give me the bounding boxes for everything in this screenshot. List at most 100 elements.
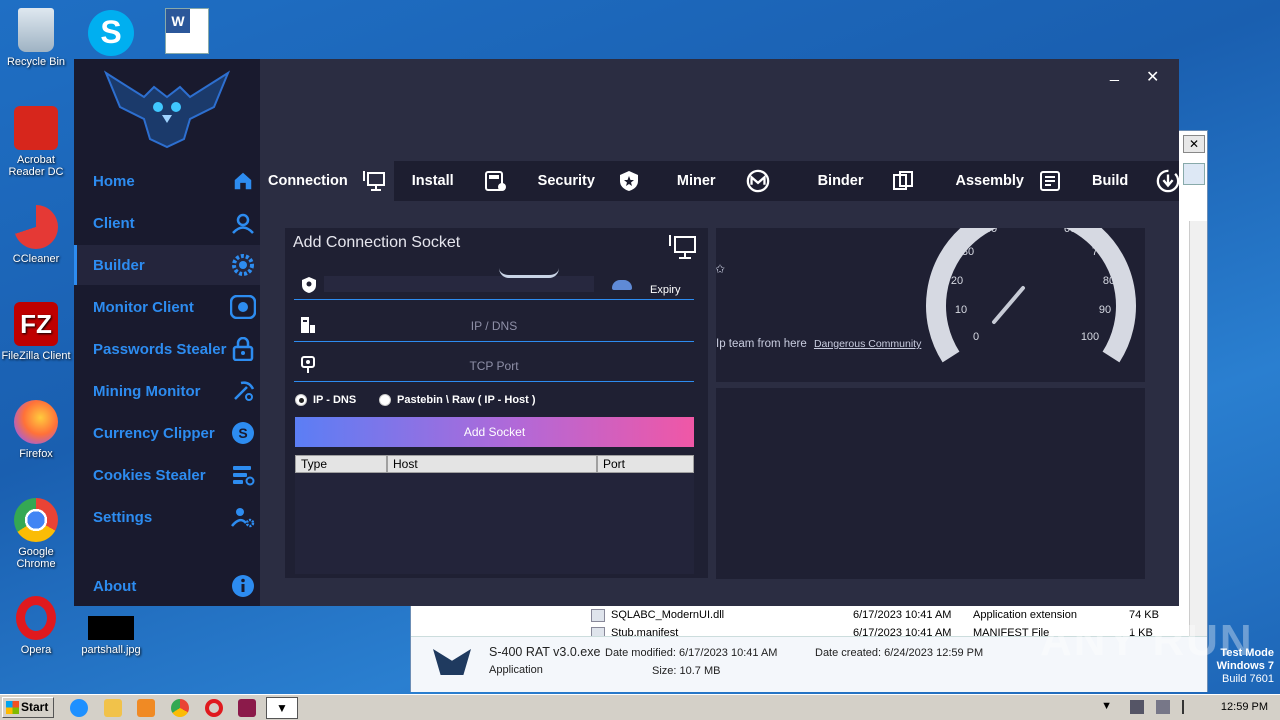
details-created: Date created: 6/24/2023 12:59 PM [815, 647, 984, 659]
desktop-icon-opera[interactable]: Opera [0, 596, 72, 656]
chrome-taskbar-icon[interactable] [171, 699, 189, 717]
ccleaner-icon [14, 205, 58, 249]
nav-about[interactable]: About [74, 566, 260, 606]
details-filename: S-400 RAT v3.0.exe [489, 645, 601, 659]
expiry-row: Expiry [294, 270, 694, 300]
desktop-icon-recycle-bin[interactable]: Recycle Bin [0, 8, 72, 68]
media-player-icon[interactable] [137, 699, 155, 717]
skype-icon[interactable]: S [88, 10, 134, 56]
desktop-icon-acrobat[interactable]: Acrobat Reader DC [0, 106, 72, 178]
nav-passwords-stealer[interactable]: Passwords Stealer [74, 329, 260, 369]
tab-security[interactable]: Security [530, 161, 649, 201]
tab-label: Binder [817, 173, 864, 189]
tab-miner[interactable]: Miner [669, 161, 778, 201]
tray-volume-icon[interactable] [1156, 700, 1170, 714]
tray-expand-icon[interactable]: ▼ [1101, 700, 1112, 712]
clock[interactable]: 12:59 PM [1221, 701, 1268, 713]
gauge-needle [992, 286, 1025, 324]
filezilla-icon: FZ [14, 302, 58, 346]
start-button[interactable]: Start [2, 697, 54, 718]
install-icon [484, 169, 508, 193]
file-icon [591, 609, 605, 622]
nav-currency-clipper[interactable]: Currency Clipper S [74, 413, 260, 453]
desktop-icon-label: CCleaner [12, 253, 60, 265]
details-modified: Date modified: 6/17/2023 10:41 AM [605, 647, 778, 659]
active-app-icon[interactable]: ▼ [266, 697, 298, 719]
download-icon [1156, 169, 1180, 193]
close-button[interactable]: ✕ [1146, 67, 1159, 87]
tab-label: Install [411, 173, 454, 189]
start-label: Start [21, 700, 49, 714]
radio-dot [379, 394, 391, 406]
details-filetype: Application [489, 664, 543, 676]
svg-text:60: 60 [1064, 228, 1076, 235]
file-date: 6/17/2023 10:41 AM [853, 609, 952, 621]
radio-pastebin[interactable]: Pastebin \ Raw ( IP - Host ) [379, 394, 536, 406]
word-document-icon[interactable]: W [165, 8, 209, 54]
add-socket-button[interactable]: Add Socket [295, 417, 694, 447]
file-name: Stub.manifest [611, 627, 679, 636]
explorer-icon[interactable] [104, 699, 122, 717]
desktop-icon-label: Acrobat Reader DC [8, 154, 64, 178]
nav-cookies-stealer[interactable]: Cookies Stealer [74, 455, 260, 495]
tab-connection[interactable]: Connection [260, 161, 394, 201]
firefox-icon [14, 400, 58, 444]
expiry-icon [612, 280, 632, 290]
speed-gauge: 0 10 20 30 40 60 70 80 90 100 [926, 228, 1136, 363]
svg-text:10: 10 [955, 304, 967, 316]
tcp-port-field[interactable]: TCP Port [294, 350, 694, 382]
file-owl-icon [433, 649, 471, 675]
svg-text:40: 40 [985, 228, 997, 235]
details-size: Size: 10.7 MB [652, 665, 721, 677]
minimize-button[interactable]: _ [1110, 65, 1119, 83]
home-icon [230, 168, 256, 194]
gauge-help-text: Ip team from here Dangerous Community [716, 338, 921, 350]
radio-label: Pastebin \ Raw ( IP - Host ) [397, 394, 536, 406]
column-port[interactable]: Port [597, 455, 694, 473]
desktop-icon-partshall[interactable]: partshall.jpg [75, 616, 147, 656]
desktop-icon-chrome[interactable]: Google Chrome [0, 498, 72, 570]
connection-panel: Add Connection Socket Expiry IP / DNS TC… [285, 228, 708, 578]
tab-build[interactable]: Build [1084, 161, 1188, 201]
column-type[interactable]: Type [295, 455, 387, 473]
taskbar: Start ▼ ▼ 12:59 PM [0, 694, 1280, 720]
desktop-icon-ccleaner[interactable]: CCleaner [0, 205, 72, 265]
windows-logo-icon [6, 701, 19, 714]
scrollbar[interactable] [1189, 221, 1207, 671]
desktop-icon-firefox[interactable]: Firefox [0, 400, 72, 460]
tab-install[interactable]: Install [404, 161, 516, 201]
winrar-icon[interactable] [238, 699, 256, 717]
gauge-panel: ✩ 0 10 20 30 40 60 70 80 90 100 Ip team … [716, 228, 1145, 382]
file-icon [591, 627, 605, 636]
svg-text:70: 70 [1092, 246, 1104, 258]
nav-builder[interactable]: Builder [74, 245, 260, 285]
tab-binder[interactable]: Binder [810, 161, 924, 201]
explorer-close-button[interactable]: ✕ [1183, 135, 1205, 153]
svg-text:S: S [238, 425, 247, 441]
column-host[interactable]: Host [387, 455, 597, 473]
expiry-input[interactable] [324, 276, 594, 292]
panel-title: Add Connection Socket [293, 234, 461, 251]
ie-icon[interactable] [70, 699, 88, 717]
nav-monitor-client[interactable]: Monitor Client [74, 287, 260, 327]
shield-icon [617, 169, 641, 193]
opera-taskbar-icon[interactable] [205, 699, 223, 717]
svg-text:30: 30 [962, 246, 974, 258]
nav-client[interactable]: Client [74, 203, 260, 243]
acrobat-icon [14, 106, 58, 150]
ip-dns-field[interactable]: IP / DNS [294, 310, 694, 342]
dangerous-community-link[interactable]: Dangerous Community [814, 338, 921, 350]
tab-label: Security [537, 173, 595, 189]
tab-label: Build [1092, 173, 1129, 189]
desktop-icon-label: FileZilla Client [1, 350, 71, 362]
desktop-icon-filezilla[interactable]: FZ FileZilla Client [0, 302, 72, 362]
nav-label: Client [93, 214, 135, 232]
tab-assembly[interactable]: Assembly [947, 161, 1070, 201]
tray-flag-icon[interactable] [1182, 700, 1194, 714]
tab-label: Miner [676, 173, 716, 189]
nav-mining-monitor[interactable]: Mining Monitor [74, 371, 260, 411]
radio-ip-dns[interactable]: IP - DNS [295, 394, 356, 406]
tray-network-icon[interactable] [1130, 700, 1144, 714]
nav-home[interactable]: Home [74, 161, 260, 201]
nav-settings[interactable]: Settings [74, 497, 260, 537]
